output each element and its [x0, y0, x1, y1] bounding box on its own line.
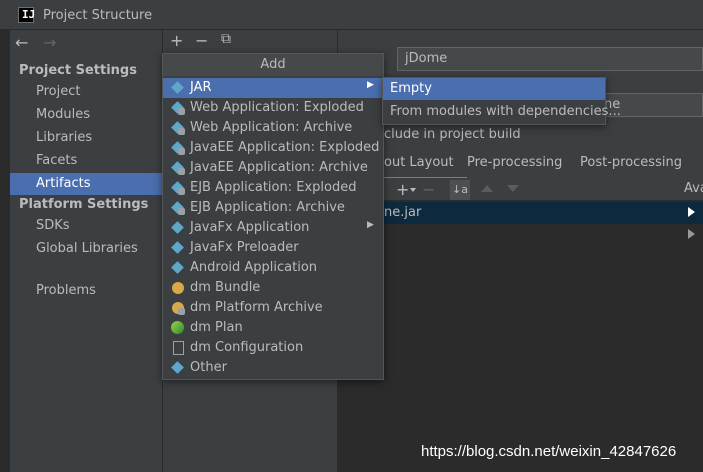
menu-item-javafx-preloader[interactable]: JavaFx Preloader	[163, 238, 383, 258]
web-icon	[171, 101, 185, 115]
sidebar-item-artifacts[interactable]: Artifacts	[36, 176, 91, 191]
sidebar-item-project[interactable]: Project	[36, 84, 80, 99]
tab-post-processing[interactable]: Post-processing	[580, 155, 682, 170]
sidebar-item-facets[interactable]: Facets	[36, 153, 77, 168]
expand-arrow-icon[interactable]	[688, 229, 695, 239]
menu-item-dm-configuration[interactable]: dm Configuration	[163, 338, 383, 358]
sidebar-item-sdks[interactable]: SDKs	[36, 218, 70, 233]
menu-item-dm-bundle[interactable]: dm Bundle	[163, 278, 383, 298]
plan-icon	[171, 321, 185, 335]
submenu-arrow-icon: ▶	[367, 220, 374, 230]
ejb-icon	[171, 181, 185, 195]
other-diamond-icon	[171, 361, 185, 375]
javaee-icon	[171, 161, 185, 175]
project-settings-header: Project Settings	[19, 63, 137, 78]
jar-submenu: Empty From modules with dependencies...	[382, 77, 621, 125]
sidebar-item-global-libraries[interactable]: Global Libraries	[36, 241, 138, 256]
available-elements-label: Ava	[684, 181, 703, 196]
javafx-diamond-icon	[171, 241, 185, 255]
menu-item-javaee-exploded[interactable]: JavaEE Application: Exploded	[163, 138, 383, 158]
jar-diamond-icon	[171, 81, 185, 95]
android-diamond-icon	[171, 261, 185, 275]
watermark-url: https://blog.csdn.net/weixin_42847626	[421, 443, 677, 460]
window-title: Project Structure	[43, 8, 153, 23]
popup-title: Add	[163, 54, 383, 76]
expand-arrow-icon[interactable]	[688, 207, 695, 217]
tab-output-layout[interactable]: out Layout	[384, 155, 454, 170]
move-up-icon[interactable]	[481, 185, 493, 192]
include-in-build-label[interactable]: clude in project build	[384, 127, 521, 142]
submenu-arrow-icon: ▶	[367, 80, 374, 90]
web-icon	[171, 121, 185, 135]
sidebar-item-libraries[interactable]: Libraries	[36, 130, 92, 145]
copy-button[interactable]: ⧉	[221, 31, 231, 47]
chevron-down-icon	[410, 188, 416, 192]
forward-arrow-icon[interactable]: →	[43, 33, 56, 52]
javaee-icon	[171, 141, 185, 155]
bundle-icon	[171, 281, 185, 295]
javafx-diamond-icon	[171, 221, 185, 235]
artifact-name-field[interactable]: jDome	[397, 47, 703, 71]
submenu-item-empty[interactable]: Empty	[383, 78, 605, 100]
platform-settings-header: Platform Settings	[19, 197, 149, 212]
sort-az-icon[interactable]: ↓a	[450, 180, 470, 200]
layout-remove-button[interactable]: −	[422, 180, 435, 199]
menu-item-jar[interactable]: JAR ▶	[163, 78, 383, 98]
menu-item-dm-plan[interactable]: dm Plan	[163, 318, 383, 338]
tab-pre-processing[interactable]: Pre-processing	[467, 155, 562, 170]
remove-button[interactable]: −	[195, 31, 208, 50]
add-button[interactable]: +	[170, 31, 183, 50]
menu-item-other[interactable]: Other	[163, 358, 383, 378]
sidebar-item-problems[interactable]: Problems	[36, 283, 96, 298]
ejb-icon	[171, 201, 185, 215]
back-arrow-icon[interactable]: ←	[15, 33, 28, 52]
background-window-edge	[0, 30, 10, 472]
menu-item-javafx-application[interactable]: JavaFx Application ▶	[163, 218, 383, 238]
menu-item-web-exploded[interactable]: Web Application: Exploded	[163, 98, 383, 118]
bundle-icon	[171, 301, 185, 315]
layout-toolbar	[337, 178, 703, 202]
add-popup-menu: Add JAR ▶ Web Application: Exploded Web …	[162, 53, 384, 380]
submenu-item-from-modules[interactable]: From modules with dependencies...	[383, 101, 621, 123]
artifact-name-value: jDome	[405, 51, 448, 66]
menu-item-ejb-archive[interactable]: EJB Application: Archive	[163, 198, 383, 218]
layout-add-button[interactable]: +	[396, 180, 409, 199]
menu-item-dm-platform-archive[interactable]: dm Platform Archive	[163, 298, 383, 318]
menu-item-ejb-exploded[interactable]: EJB Application: Exploded	[163, 178, 383, 198]
menu-item-web-archive[interactable]: Web Application: Archive	[163, 118, 383, 138]
output-layout-tree	[337, 200, 703, 472]
tree-item-jar[interactable]: ne.jar	[384, 205, 421, 220]
menu-item-javaee-archive[interactable]: JavaEE Application: Archive	[163, 158, 383, 178]
menu-item-android-application[interactable]: Android Application	[163, 258, 383, 278]
intellij-app-icon: IJ	[18, 7, 35, 23]
config-icon	[171, 341, 185, 355]
sidebar-item-modules[interactable]: Modules	[36, 107, 90, 122]
move-down-icon[interactable]	[507, 185, 519, 192]
